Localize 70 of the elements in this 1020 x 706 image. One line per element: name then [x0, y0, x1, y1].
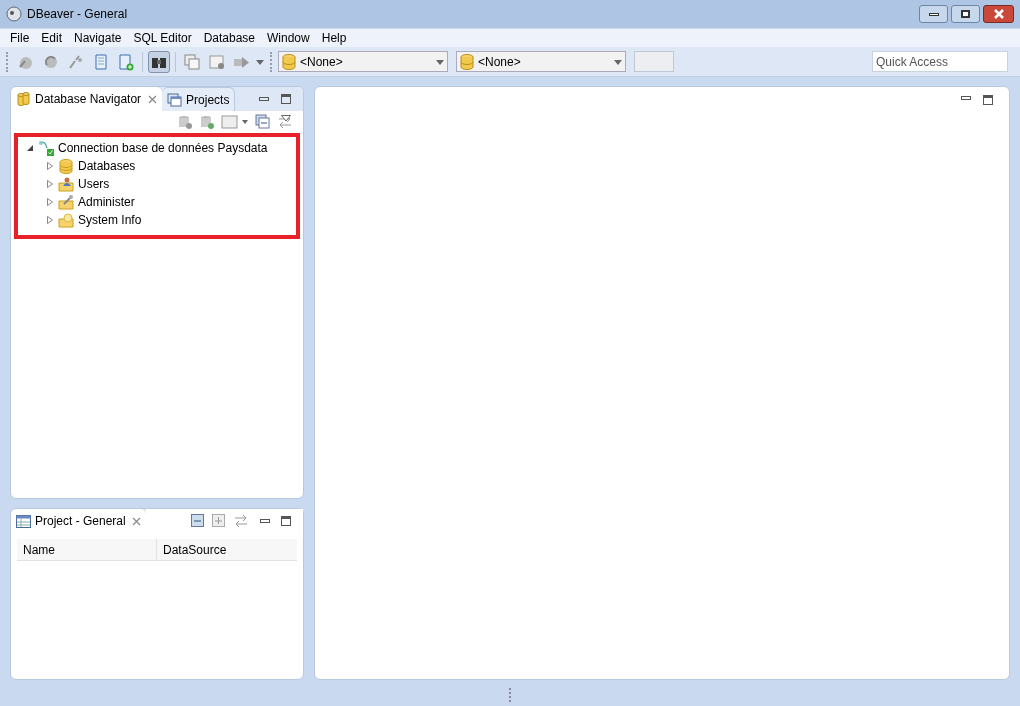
database-icon — [282, 53, 296, 70]
tab-label: Projects — [186, 91, 230, 109]
database-gear-icon[interactable] — [177, 114, 193, 130]
minimize-view-icon[interactable] — [260, 519, 270, 523]
tree-item[interactable]: Databases — [78, 157, 136, 175]
view-menu-icon[interactable] — [281, 115, 291, 122]
combo-value: <None> — [478, 53, 522, 71]
close-icon — [992, 9, 1005, 19]
window-title: DBeaver - General — [27, 6, 128, 23]
expanded-arrow-icon[interactable] — [26, 144, 34, 152]
minimize-view-icon[interactable] — [961, 96, 971, 100]
panel-tab[interactable]: Database Navigator — [11, 87, 163, 111]
datasource-combo[interactable]: <None> — [456, 51, 626, 72]
database-cylinders-icon — [58, 158, 74, 174]
database-add-icon[interactable] — [199, 114, 215, 130]
datasource-combo[interactable]: <None> — [278, 51, 448, 72]
maximize-view-icon[interactable] — [983, 95, 993, 105]
document-icon — [92, 52, 110, 71]
menu-item[interactable]: Edit — [35, 29, 69, 47]
app-logo-icon — [6, 6, 22, 22]
close-tab-icon[interactable] — [148, 94, 158, 104]
maximize-button[interactable] — [951, 5, 980, 23]
expand-all-icon[interactable] — [212, 514, 226, 528]
table-icon — [16, 514, 31, 528]
collapsed-arrow-icon[interactable] — [46, 198, 54, 206]
link-arrows-icon[interactable] — [233, 513, 249, 529]
minimize-button[interactable] — [919, 5, 948, 23]
tree-item[interactable]: Users — [78, 175, 110, 193]
windows-icon — [183, 52, 201, 71]
folder-user-icon — [58, 176, 74, 192]
dropdown-caret-icon — [614, 57, 622, 66]
column-header[interactable]: DataSource — [157, 539, 297, 561]
menu-item[interactable]: Help — [315, 29, 353, 47]
quick-access-field[interactable]: Quick Access — [872, 51, 1008, 72]
window-minus-icon — [208, 52, 226, 71]
tab-label: Project - General — [35, 513, 126, 530]
close-button[interactable] — [983, 5, 1014, 23]
collapse-all-icon[interactable] — [255, 114, 271, 130]
maximize-view-icon[interactable] — [281, 94, 291, 104]
document-add-icon — [117, 52, 135, 71]
menu-item[interactable]: Navigate — [68, 29, 128, 47]
tree-item[interactable]: Administer — [78, 193, 135, 211]
connection-icon — [38, 140, 54, 156]
collapsed-arrow-icon[interactable] — [46, 216, 54, 224]
dropdown-caret-icon — [436, 57, 444, 66]
menu-item[interactable]: SQL Editor — [127, 29, 198, 47]
binoculars-button[interactable] — [148, 50, 170, 73]
column-header[interactable]: Name — [17, 539, 157, 561]
tab-label: Database Navigator — [35, 91, 142, 108]
windows-icon — [167, 91, 183, 108]
close-tab-icon[interactable] — [131, 516, 141, 526]
collapsed-arrow-icon[interactable] — [46, 180, 54, 188]
table-dropdown-icon[interactable] — [221, 114, 249, 130]
project-tab[interactable]: Project - General — [11, 509, 146, 533]
minimize-view-icon[interactable] — [259, 97, 269, 101]
tree-item[interactable]: System Info — [78, 211, 142, 229]
collapsed-arrow-icon[interactable] — [46, 162, 54, 170]
maximize-view-icon[interactable] — [281, 516, 291, 526]
database-icon — [460, 53, 474, 70]
dropdown-caret-icon[interactable] — [256, 57, 264, 66]
menu-item[interactable]: File — [4, 29, 36, 47]
folder-bulb-icon — [58, 212, 74, 228]
menu-item[interactable]: Window — [261, 29, 316, 47]
tree-item[interactable]: Connection base de données Paysdata — [58, 139, 268, 157]
combo-value: <None> — [300, 53, 344, 71]
panel-tab[interactable]: Projects — [162, 87, 236, 111]
menu-item[interactable]: Database — [197, 29, 262, 47]
collapse-all-icon[interactable] — [191, 514, 205, 528]
folder-wrench-icon — [58, 194, 74, 210]
database-cylinders-icon — [16, 91, 31, 107]
